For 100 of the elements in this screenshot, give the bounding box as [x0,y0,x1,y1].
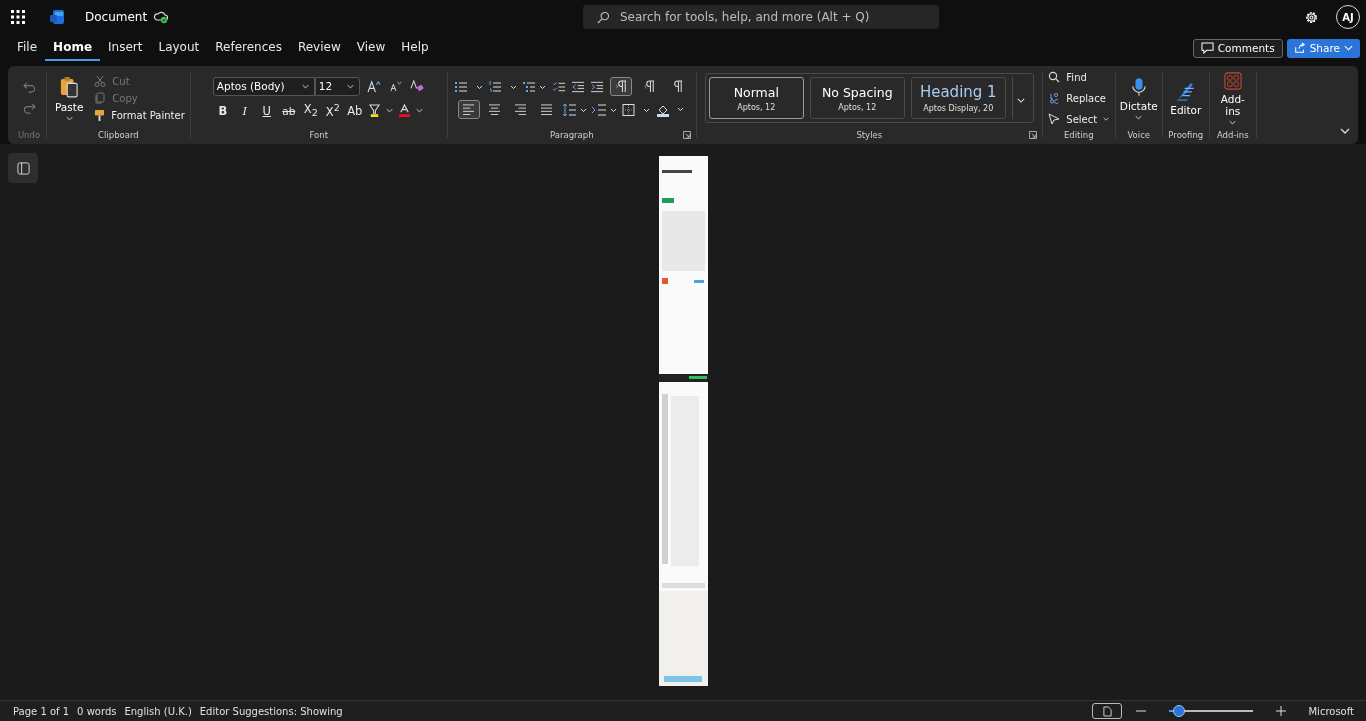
menu-tab[interactable]: Layout [150,35,208,61]
paragraph-spacing-icon[interactable] [591,103,618,116]
group-label: Styles [856,130,883,142]
pilcrow-icon [614,80,628,93]
font-color-icon[interactable] [398,104,412,117]
font-name-dropdown[interactable]: Aptos (Body) [212,76,315,96]
share-button[interactable]: Share [1286,38,1360,58]
caret-icon [65,115,73,121]
decrease-indent-icon[interactable] [572,80,586,93]
share-icon [1293,42,1306,54]
style-option[interactable]: No Spacing Aptos, 12 [809,77,905,119]
clipboard-icon [60,75,79,98]
ribbon-options-icon[interactable] [1340,128,1350,134]
editor-button[interactable]: Editor [1167,76,1205,120]
cloud-saved-icon[interactable] [153,10,170,24]
caret-icon [301,83,309,89]
caret-icon [1103,117,1110,121]
checklist-icon[interactable] [553,80,567,93]
navigation-pane-button[interactable] [8,153,38,183]
menu-tab[interactable]: Home [45,35,101,61]
addins-button[interactable]: Add-ins [1214,67,1251,129]
alignment-icon [462,104,476,115]
paste-button[interactable]: Paste [52,71,87,125]
app-launcher-icon[interactable] [11,10,25,24]
text-direction-button[interactable] [610,77,633,96]
format-button[interactable]: X$_{2}$ [302,101,320,120]
align-button[interactable] [457,100,480,119]
bullets-icon[interactable] [455,80,484,93]
group-label: Proofing [1168,130,1204,142]
style-option[interactable]: Normal Aptos, 12 [708,77,804,119]
caret-icon [1229,119,1237,125]
dictate-button[interactable]: Dictate [1116,72,1161,124]
style-option[interactable]: Heading 1 Aptos Display, 20 [910,77,1006,119]
format-button[interactable]: X$^{2}$ [324,101,342,120]
search-field[interactable]: Search for tools, help, and more (Alt + Q) [583,5,939,29]
group-label: Clipboard [98,130,139,142]
dialog-launcher-icon[interactable] [1028,131,1037,139]
format-button[interactable]: ab [280,101,298,120]
multilevel-list-icon[interactable] [523,80,548,93]
format-button[interactable]: U [258,101,276,120]
clear-formatting-icon[interactable] [409,79,425,93]
caret-icon[interactable] [416,108,424,113]
zoom-in-icon[interactable] [1276,706,1287,716]
format-button[interactable]: B [214,101,232,120]
alignment-icon [514,104,528,115]
status-text: English (U.K.) [124,705,192,717]
pointer-icon [1048,113,1061,125]
word-logo-icon[interactable] [49,9,65,25]
menu-tab[interactable]: Help [393,35,437,61]
redo-icon[interactable] [22,103,36,114]
replace-button[interactable]: Replace [1048,89,1106,107]
caret-icon[interactable] [386,108,394,113]
replace-icon [1048,92,1061,104]
painter-button[interactable]: Format Painter [94,106,185,124]
menu-tab[interactable]: Review [289,35,349,61]
dialog-launcher-icon[interactable] [682,131,691,139]
shrink-font-icon[interactable] [388,80,403,92]
menu-tab[interactable]: References [207,35,290,61]
format-button[interactable]: I [236,101,254,120]
borders-icon[interactable] [621,103,652,116]
microphone-icon [1131,76,1146,97]
caret-icon [1344,45,1353,51]
numbering-icon[interactable] [489,80,518,93]
grid-icon [1223,71,1242,90]
highlight-icon[interactable] [368,104,382,117]
group-label: Paragraph [550,130,594,142]
font-size-dropdown[interactable]: 12 [314,76,360,96]
group-label: Add-ins [1216,130,1249,142]
format-button[interactable]: Ab [346,101,364,120]
status-text: Editor Suggestions: Showing [199,705,343,717]
menu-tab[interactable]: Insert [100,35,151,61]
page-view-button[interactable] [1092,703,1123,719]
status-text: Page 1 of 1 [13,705,70,717]
search-icon [597,10,610,24]
caret-icon [1017,97,1026,103]
line-spacing-icon[interactable] [561,103,588,116]
undo-icon[interactable] [22,82,36,93]
select-button[interactable]: Select [1048,110,1110,128]
alignment-icon [488,104,502,115]
search-icon [1048,71,1061,83]
document-title: Document [85,10,148,24]
find-button[interactable]: Find [1048,68,1087,86]
group-label: Editing [1063,130,1094,142]
settings-icon[interactable] [1304,9,1319,25]
group-label: Undo [17,130,41,142]
page-icon [1103,705,1112,717]
paintbrush-icon [94,108,106,122]
sidebar-icon [16,161,30,175]
grow-font-icon[interactable] [366,79,382,93]
comment-icon [1200,42,1214,54]
pen-icon [1176,80,1196,101]
group-label: Font [309,130,329,142]
pilcrow-icon [642,80,656,93]
menu-tab[interactable]: File [9,35,46,61]
copy-icon [94,92,107,104]
increase-indent-icon[interactable] [591,80,605,93]
menu-tab[interactable]: View [348,35,394,61]
caret-icon [346,83,354,89]
comments-button[interactable]: Comments [1192,38,1283,58]
brand-text: Microsoft [1308,705,1355,717]
